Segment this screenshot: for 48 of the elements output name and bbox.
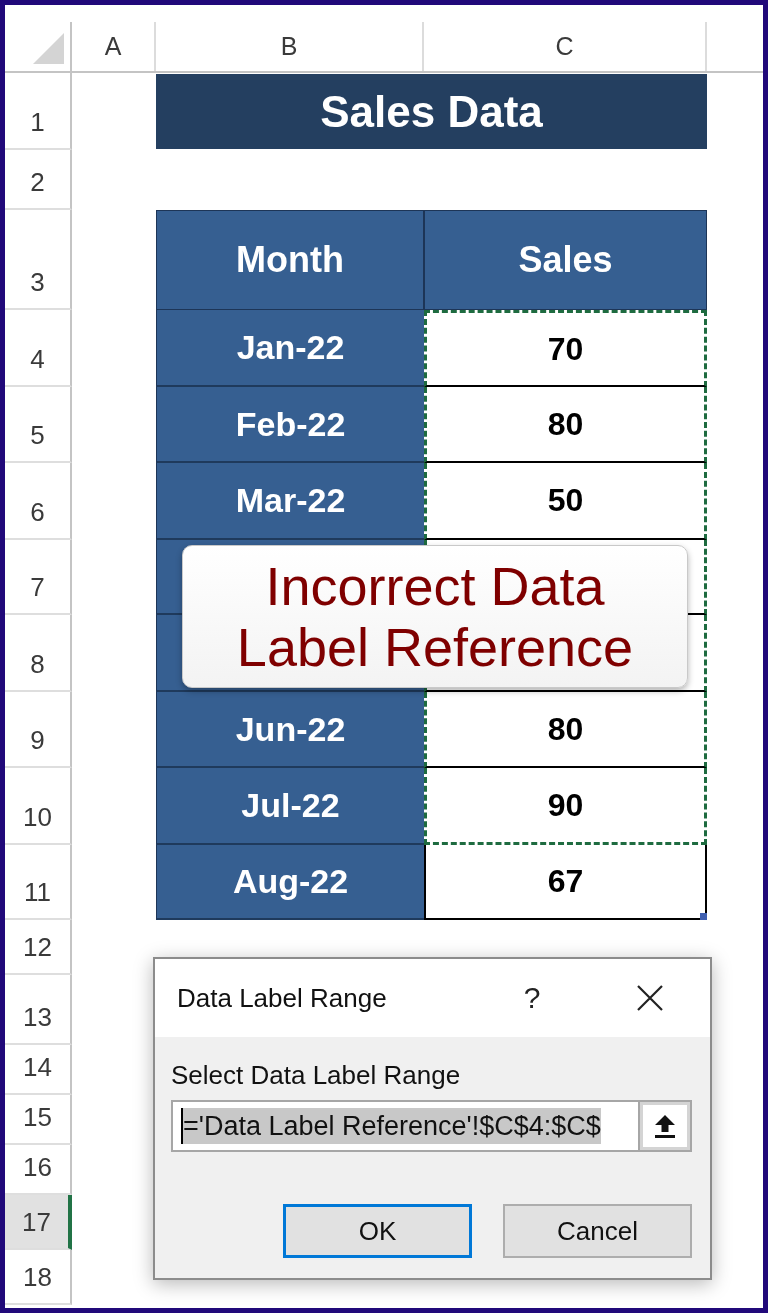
dialog-button[interactable]: Cancel bbox=[503, 1204, 692, 1258]
row-header[interactable]: 17 bbox=[5, 1195, 72, 1250]
upload-icon bbox=[654, 1114, 676, 1138]
close-icon bbox=[637, 985, 663, 1011]
table-cell: 50 bbox=[424, 463, 707, 540]
collapse-button[interactable] bbox=[638, 1100, 692, 1152]
table-cell: Jul-22 bbox=[156, 768, 424, 845]
table-cell: 80 bbox=[424, 692, 707, 768]
row-header[interactable]: 1 bbox=[5, 73, 72, 150]
dialog-button[interactable]: OK bbox=[283, 1204, 472, 1258]
row-header[interactable]: 18 bbox=[5, 1250, 72, 1305]
column-heading: Sales bbox=[424, 210, 707, 310]
sheet-title: Sales Data bbox=[156, 74, 707, 149]
callout: Incorrect Data Label Reference bbox=[182, 545, 688, 688]
row-header[interactable]: 15 bbox=[5, 1095, 72, 1145]
row-header[interactable]: 3 bbox=[5, 210, 72, 310]
table-cell: Aug-22 bbox=[156, 845, 424, 920]
table-cell: Mar-22 bbox=[156, 463, 424, 540]
column-header[interactable]: C bbox=[424, 22, 707, 71]
field-label: Select Data Label Range bbox=[171, 1060, 461, 1090]
help-button[interactable]: ? bbox=[507, 973, 557, 1023]
table-cell: 70 bbox=[424, 310, 707, 387]
table-cell: 67 bbox=[424, 845, 707, 920]
corner-handle-icon[interactable] bbox=[700, 913, 707, 920]
row-header[interactable]: 13 bbox=[5, 975, 72, 1045]
row-header[interactable]: 4 bbox=[5, 310, 72, 387]
column-heading: Month bbox=[156, 210, 424, 310]
column-header[interactable]: B bbox=[156, 22, 424, 71]
row-header[interactable]: 14 bbox=[5, 1045, 72, 1095]
row-header[interactable]: 8 bbox=[5, 615, 72, 692]
table-cell: 90 bbox=[424, 768, 707, 845]
row-header[interactable]: 6 bbox=[5, 463, 72, 540]
row-header[interactable]: 2 bbox=[5, 150, 72, 210]
row-header[interactable]: 10 bbox=[5, 768, 72, 845]
table-cell: Feb-22 bbox=[156, 387, 424, 463]
selected-text: ='Data Label Reference'!$C$4:$C$ bbox=[181, 1108, 601, 1144]
row-header[interactable]: 7 bbox=[5, 540, 72, 615]
column-header[interactable]: A bbox=[72, 22, 156, 71]
row-header[interactable]: 5 bbox=[5, 387, 72, 463]
row-header[interactable]: 12 bbox=[5, 920, 72, 975]
range-input-field[interactable]: ='Data Label Reference'!$C$4:$C$ bbox=[171, 1100, 638, 1152]
dialog-title: Data Label Range bbox=[177, 982, 388, 1014]
row-header[interactable]: 16 bbox=[5, 1145, 72, 1195]
table-cell: Jan-22 bbox=[156, 310, 424, 387]
row-header[interactable]: 11 bbox=[5, 845, 72, 920]
row-header[interactable]: 9 bbox=[5, 692, 72, 768]
table-cell: 80 bbox=[424, 387, 707, 463]
table-cell: Jun-22 bbox=[156, 692, 424, 768]
